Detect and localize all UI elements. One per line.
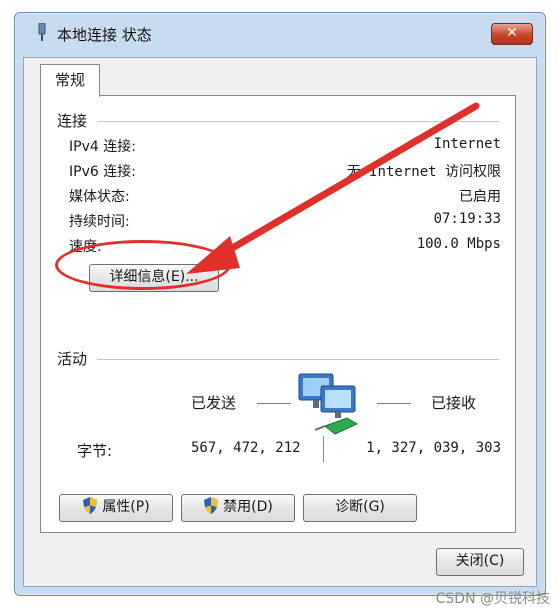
- divider: [97, 121, 499, 122]
- uac-shield-icon: [83, 497, 98, 514]
- divider: [97, 359, 499, 360]
- bytes-label: 字节:: [77, 442, 113, 460]
- received-label: 已接收: [431, 394, 477, 412]
- client-area: 常规 连接 IPv4 连接: Internet IPv6 连接: 无 Inter…: [23, 57, 537, 587]
- divider: [323, 436, 324, 462]
- diagnose-button[interactable]: 诊断(G): [303, 494, 417, 522]
- sent-label: 已发送: [191, 394, 237, 412]
- speed-label: 速度:: [69, 239, 102, 255]
- connection-heading: 连接: [57, 112, 88, 130]
- close-button[interactable]: 关闭(C): [436, 548, 524, 576]
- tab-page-general: 连接 IPv4 连接: Internet IPv6 连接: 无 Internet…: [40, 95, 516, 533]
- media-state-label: 媒体状态:: [69, 189, 130, 205]
- activity-heading: 活动: [57, 350, 88, 368]
- ipv4-value: Internet: [433, 136, 501, 152]
- received-connector-line: [377, 403, 411, 404]
- uac-shield-icon: [204, 497, 219, 514]
- duration-label: 持续时间:: [69, 214, 130, 230]
- bytes-sent-value: 567, 472, 212: [191, 440, 301, 456]
- details-button[interactable]: 详细信息(E)...: [89, 264, 219, 292]
- window-title: 本地连接 状态: [57, 26, 152, 44]
- properties-label: 属性(P): [102, 499, 150, 515]
- ipv6-label: IPv6 连接:: [69, 164, 136, 180]
- close-window-button[interactable]: ✕: [491, 23, 533, 45]
- network-adapter-icon: [38, 23, 46, 41]
- title-bar: 本地连接 状态 ✕: [15, 13, 545, 53]
- disable-button[interactable]: 禁用(D): [181, 494, 295, 522]
- status-dialog: 本地连接 状态 ✕ 常规 连接 IPv4 连接: Internet IPv6 连…: [14, 12, 546, 596]
- ipv4-label: IPv4 连接:: [69, 139, 136, 155]
- bytes-received-value: 1, 327, 039, 303: [366, 440, 501, 456]
- speed-value: 100.0 Mbps: [416, 236, 501, 252]
- properties-button[interactable]: 属性(P): [59, 494, 173, 522]
- sent-connector-line: [257, 403, 291, 404]
- disable-label: 禁用(D): [223, 499, 273, 515]
- network-computers-icon: [298, 373, 359, 435]
- duration-value: 07:19:33: [433, 211, 501, 227]
- watermark: CSDN @贝锐科技: [435, 591, 550, 607]
- ipv6-value: 无 Internet 访问权限: [346, 164, 501, 180]
- media-state-value: 已启用: [459, 189, 501, 205]
- tab-general[interactable]: 常规: [40, 64, 100, 97]
